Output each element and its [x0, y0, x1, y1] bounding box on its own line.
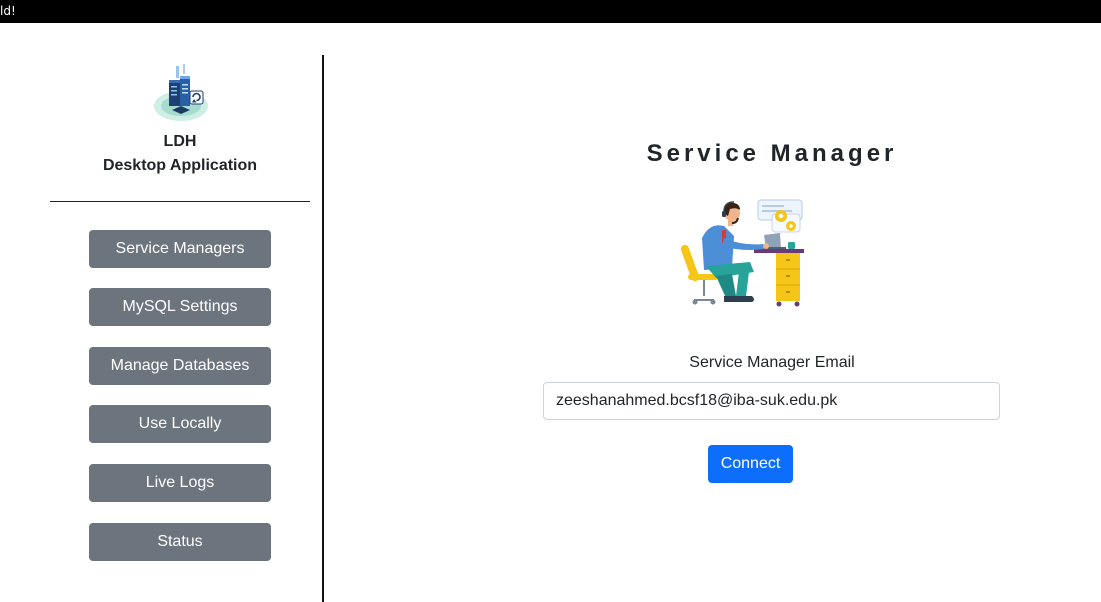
- person-working-at-desk-illustration: [680, 199, 804, 307]
- manage-databases-button[interactable]: Manage Databases: [89, 347, 271, 385]
- server-database-icon: [154, 64, 208, 121]
- window-title: ld!: [0, 4, 16, 18]
- sidebar-separator: [50, 201, 310, 202]
- connect-button[interactable]: Connect: [708, 445, 793, 483]
- use-locally-button[interactable]: Use Locally: [89, 405, 271, 443]
- window-title-bar: ld!: [0, 0, 1101, 23]
- live-logs-button[interactable]: Live Logs: [89, 464, 271, 502]
- email-field[interactable]: [543, 382, 1000, 420]
- page-title: Service Manager: [646, 140, 898, 167]
- mysql-settings-button[interactable]: MySQL Settings: [89, 288, 271, 326]
- brand-title: LDH: [163, 133, 197, 150]
- status-button[interactable]: Status: [89, 523, 271, 561]
- service-managers-button[interactable]: Service Managers: [89, 230, 271, 268]
- brand-subtitle: Desktop Application: [102, 157, 258, 174]
- email-field-label: Service Manager Email: [689, 354, 855, 371]
